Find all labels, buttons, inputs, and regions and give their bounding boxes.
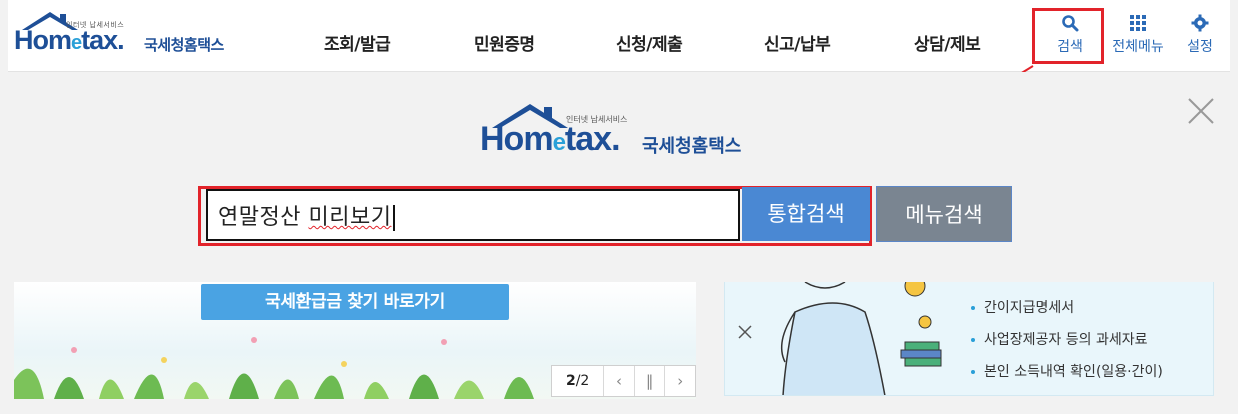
list-item[interactable]: 사업장제공자 등의 과세자료 [971, 324, 1163, 356]
refund-banner: 국세환급금 찾기 바로가기 2/2 ‹ ‖ › [14, 282, 696, 399]
panel-logo-korean-name: 국세청홈택스 [642, 136, 742, 157]
menu-search-button[interactable]: 메뉴검색 [876, 186, 1012, 242]
chevron-left-icon[interactable]: ‹ [603, 366, 634, 396]
search-input-misspelled: 미리보기 [308, 205, 392, 230]
unified-search-button[interactable]: 통합검색 [742, 187, 870, 241]
bullet-icon [971, 370, 975, 374]
bullet-icon [971, 338, 975, 342]
search-input-text: 연말정산 [218, 205, 309, 230]
search-input[interactable]: 연말정산 미리보기 [206, 189, 740, 241]
chevron-right-icon[interactable]: › [664, 366, 695, 396]
list-item[interactable]: 간이지급명세서 [971, 292, 1163, 324]
pager-count: 2/2 [565, 373, 590, 389]
info-card-list: 간이지급명세서 사업장제공자 등의 과세자료 본인 소득내역 확인(일용·간이) [971, 292, 1163, 388]
list-item[interactable]: 본인 소득내역 확인(일용·간이) [971, 356, 1163, 388]
refund-shortcut-button[interactable]: 국세환급금 찾기 바로가기 [201, 284, 509, 320]
bullet-icon [971, 306, 975, 310]
close-icon[interactable] [1186, 96, 1216, 126]
text-caret [393, 205, 396, 231]
pause-icon[interactable]: ‖ [633, 366, 665, 396]
info-card: 간이지급명세서 사업장제공자 등의 과세자료 본인 소득내역 확인(일용·간이) [724, 282, 1214, 396]
search-panel-logo: 인터넷 납세서비스 Hometax. 국세청홈택스 [480, 98, 770, 158]
banner-pager: 2/2 ‹ ‖ › [551, 365, 696, 397]
page: 인터넷 납세서비스 Hometax. 국세청홈택스 조회/발급 민원증명 신청/… [0, 0, 1238, 414]
search-panel: 인터넷 납세서비스 Hometax. 국세청홈택스 [8, 72, 1230, 280]
person-illustration [738, 282, 942, 395]
panel-logo-wordmark: Hometax. [480, 120, 621, 158]
